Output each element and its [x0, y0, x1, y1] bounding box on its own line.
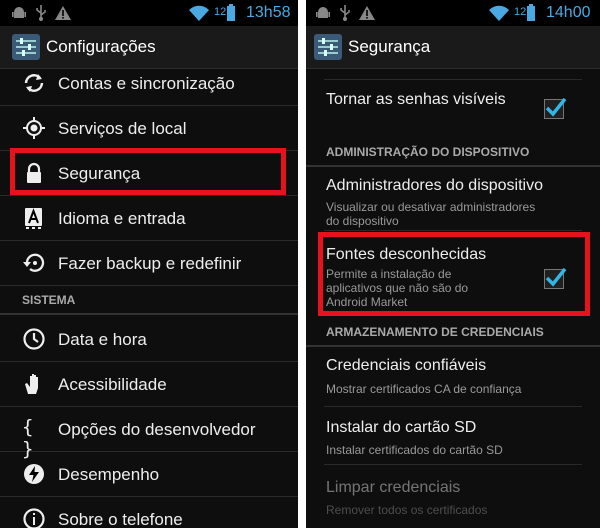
section-header-device-admin: ADMINISTRAÇÃO DO DISPOSITIVO	[306, 143, 600, 167]
security-screen: 12 14h00 Segurança Tornar as senhas visí…	[306, 0, 600, 528]
location-icon	[23, 117, 45, 139]
setting-title: Limpar credenciais	[326, 479, 461, 496]
list-item-label: Data e hora	[58, 330, 147, 349]
clock-icon	[23, 328, 45, 350]
list-item-label: Desempenho	[58, 465, 160, 484]
android-debug-icon	[316, 7, 330, 18]
list-item-about-phone[interactable]: Sobre o telefone	[0, 497, 298, 528]
setting-title: Credenciais confiáveis	[326, 357, 487, 374]
setting-subtitle: Instalar certificados do cartão SD	[326, 443, 503, 457]
settings-app-icon[interactable]	[314, 34, 342, 60]
section-header-system: SISTEMA	[0, 291, 298, 315]
settings-app-icon[interactable]	[12, 34, 40, 60]
setting-show-passwords[interactable]: Tornar as senhas visíveis	[326, 79, 600, 139]
settings-screen: 12 13h58 Configurações Contas e sincroni…	[0, 0, 298, 528]
wifi-icon	[489, 5, 509, 21]
backup-restore-icon	[23, 253, 45, 272]
setting-subtitle: Remover todos os certificados	[326, 503, 488, 517]
list-item-developer-options[interactable]: { } Opções do desenvolvedor	[0, 407, 298, 460]
settings-list: Contas e sincronização Serviços de local…	[0, 69, 298, 528]
setting-subtitle: do dispositivo	[326, 214, 399, 228]
setting-title: Administradores do dispositivo	[326, 177, 543, 194]
highlight-box	[10, 148, 286, 195]
list-item-backup-reset[interactable]: Fazer backup e redefinir	[0, 241, 298, 286]
battery-icon	[527, 4, 535, 21]
divider	[324, 230, 582, 231]
signal-label: 12	[214, 6, 227, 18]
action-bar: Segurança	[306, 26, 600, 69]
action-bar: Configurações	[0, 26, 298, 69]
list-item-date-time[interactable]: Data e hora	[0, 317, 298, 362]
setting-subtitle: Mostrar certificados CA de confiança	[326, 382, 522, 396]
status-time: 14h00	[546, 4, 591, 21]
screen-title: Configurações	[46, 37, 156, 56]
section-header-label: ADMINISTRAÇÃO DO DISPOSITIVO	[326, 145, 530, 159]
list-item-accounts-sync[interactable]: Contas e sincronização	[0, 69, 298, 106]
list-item-label: Idioma e entrada	[58, 209, 186, 228]
info-icon	[23, 508, 45, 528]
show-passwords-checkbox[interactable]	[544, 97, 567, 119]
status-bar: 12 13h58	[0, 0, 298, 26]
battery-icon	[227, 4, 235, 21]
hand-icon	[25, 374, 38, 394]
performance-icon	[24, 464, 44, 484]
section-header-credential-storage: ARMAZENAMENTO DE CREDENCIAIS	[306, 323, 600, 347]
list-item-label: Fazer backup e redefinir	[58, 254, 242, 273]
setting-title: Instalar do cartão SD	[326, 419, 477, 436]
setting-trusted-credentials[interactable]: Credenciais confiáveis Mostrar certifica…	[326, 349, 600, 405]
usb-icon	[340, 5, 350, 21]
list-item-accessibility[interactable]: Acessibilidade	[0, 362, 298, 407]
sync-icon	[24, 74, 44, 92]
screen-title: Segurança	[348, 37, 431, 56]
usb-icon	[36, 5, 46, 21]
status-time: 13h58	[246, 4, 291, 21]
checkmark-icon	[545, 97, 567, 117]
list-item-language-input[interactable]: Idioma e entrada	[0, 196, 298, 241]
list-item-performance[interactable]: Desempenho	[0, 452, 298, 497]
list-item-label: Serviços de local	[58, 119, 187, 138]
keyboard-a-icon	[25, 208, 42, 229]
setting-device-administrators[interactable]: Administradores do dispositivo Visualiza…	[326, 169, 600, 231]
section-header-label: SISTEMA	[22, 293, 76, 307]
warning-icon	[55, 6, 71, 20]
android-debug-icon	[12, 7, 26, 18]
signal-label: 12	[514, 6, 527, 18]
list-item-label: Sobre o telefone	[58, 510, 183, 528]
wifi-icon	[189, 5, 209, 21]
list-item-label: Acessibilidade	[58, 375, 167, 394]
highlight-box	[318, 232, 590, 316]
warning-icon	[359, 6, 375, 20]
braces-icon: { }	[22, 416, 34, 460]
list-item-label: Opções do desenvolvedor	[58, 420, 256, 439]
setting-title: Tornar as senhas visíveis	[326, 91, 506, 108]
setting-install-from-sd[interactable]: Instalar do cartão SD Instalar certifica…	[326, 407, 600, 463]
status-bar: 12 14h00	[306, 0, 600, 26]
list-item-label: Contas e sincronização	[58, 74, 235, 93]
section-header-label: ARMAZENAMENTO DE CREDENCIAIS	[326, 325, 544, 339]
setting-clear-credentials: Limpar credenciais Remover todos os cert…	[326, 465, 600, 521]
setting-subtitle: Visualizar ou desativar administradores	[326, 200, 536, 214]
list-item-location-services[interactable]: Serviços de local	[0, 106, 298, 151]
